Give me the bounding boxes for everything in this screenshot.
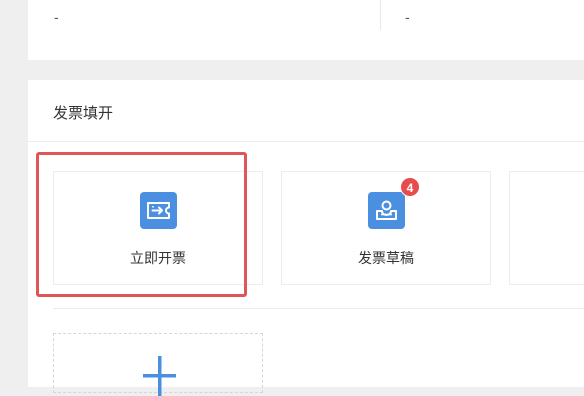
invoice-ticket-icon <box>140 192 177 229</box>
invoice-draft-label: 发票草稿 <box>358 250 414 266</box>
title-divider <box>28 141 584 142</box>
issue-invoice-card[interactable]: 立即开票 <box>53 171 263 285</box>
invoice-issue-section: 发票填开 立即开票 4 发票草稿 <box>28 80 584 396</box>
partial-card[interactable] <box>509 171 584 285</box>
top-value-2: - <box>405 9 410 25</box>
top-info-panel: - - <box>28 0 584 60</box>
top-value-1: - <box>54 9 59 25</box>
issue-invoice-label: 立即开票 <box>130 250 186 266</box>
draft-count-badge: 4 <box>400 177 420 197</box>
column-divider <box>380 0 381 30</box>
plus-icon <box>143 356 176 396</box>
inbox-tray-icon <box>368 192 405 229</box>
invoice-draft-card[interactable]: 4 发票草稿 <box>281 171 491 285</box>
add-shortcut-button[interactable] <box>53 333 263 396</box>
row-divider <box>53 308 584 309</box>
section-title: 发票填开 <box>53 105 114 122</box>
